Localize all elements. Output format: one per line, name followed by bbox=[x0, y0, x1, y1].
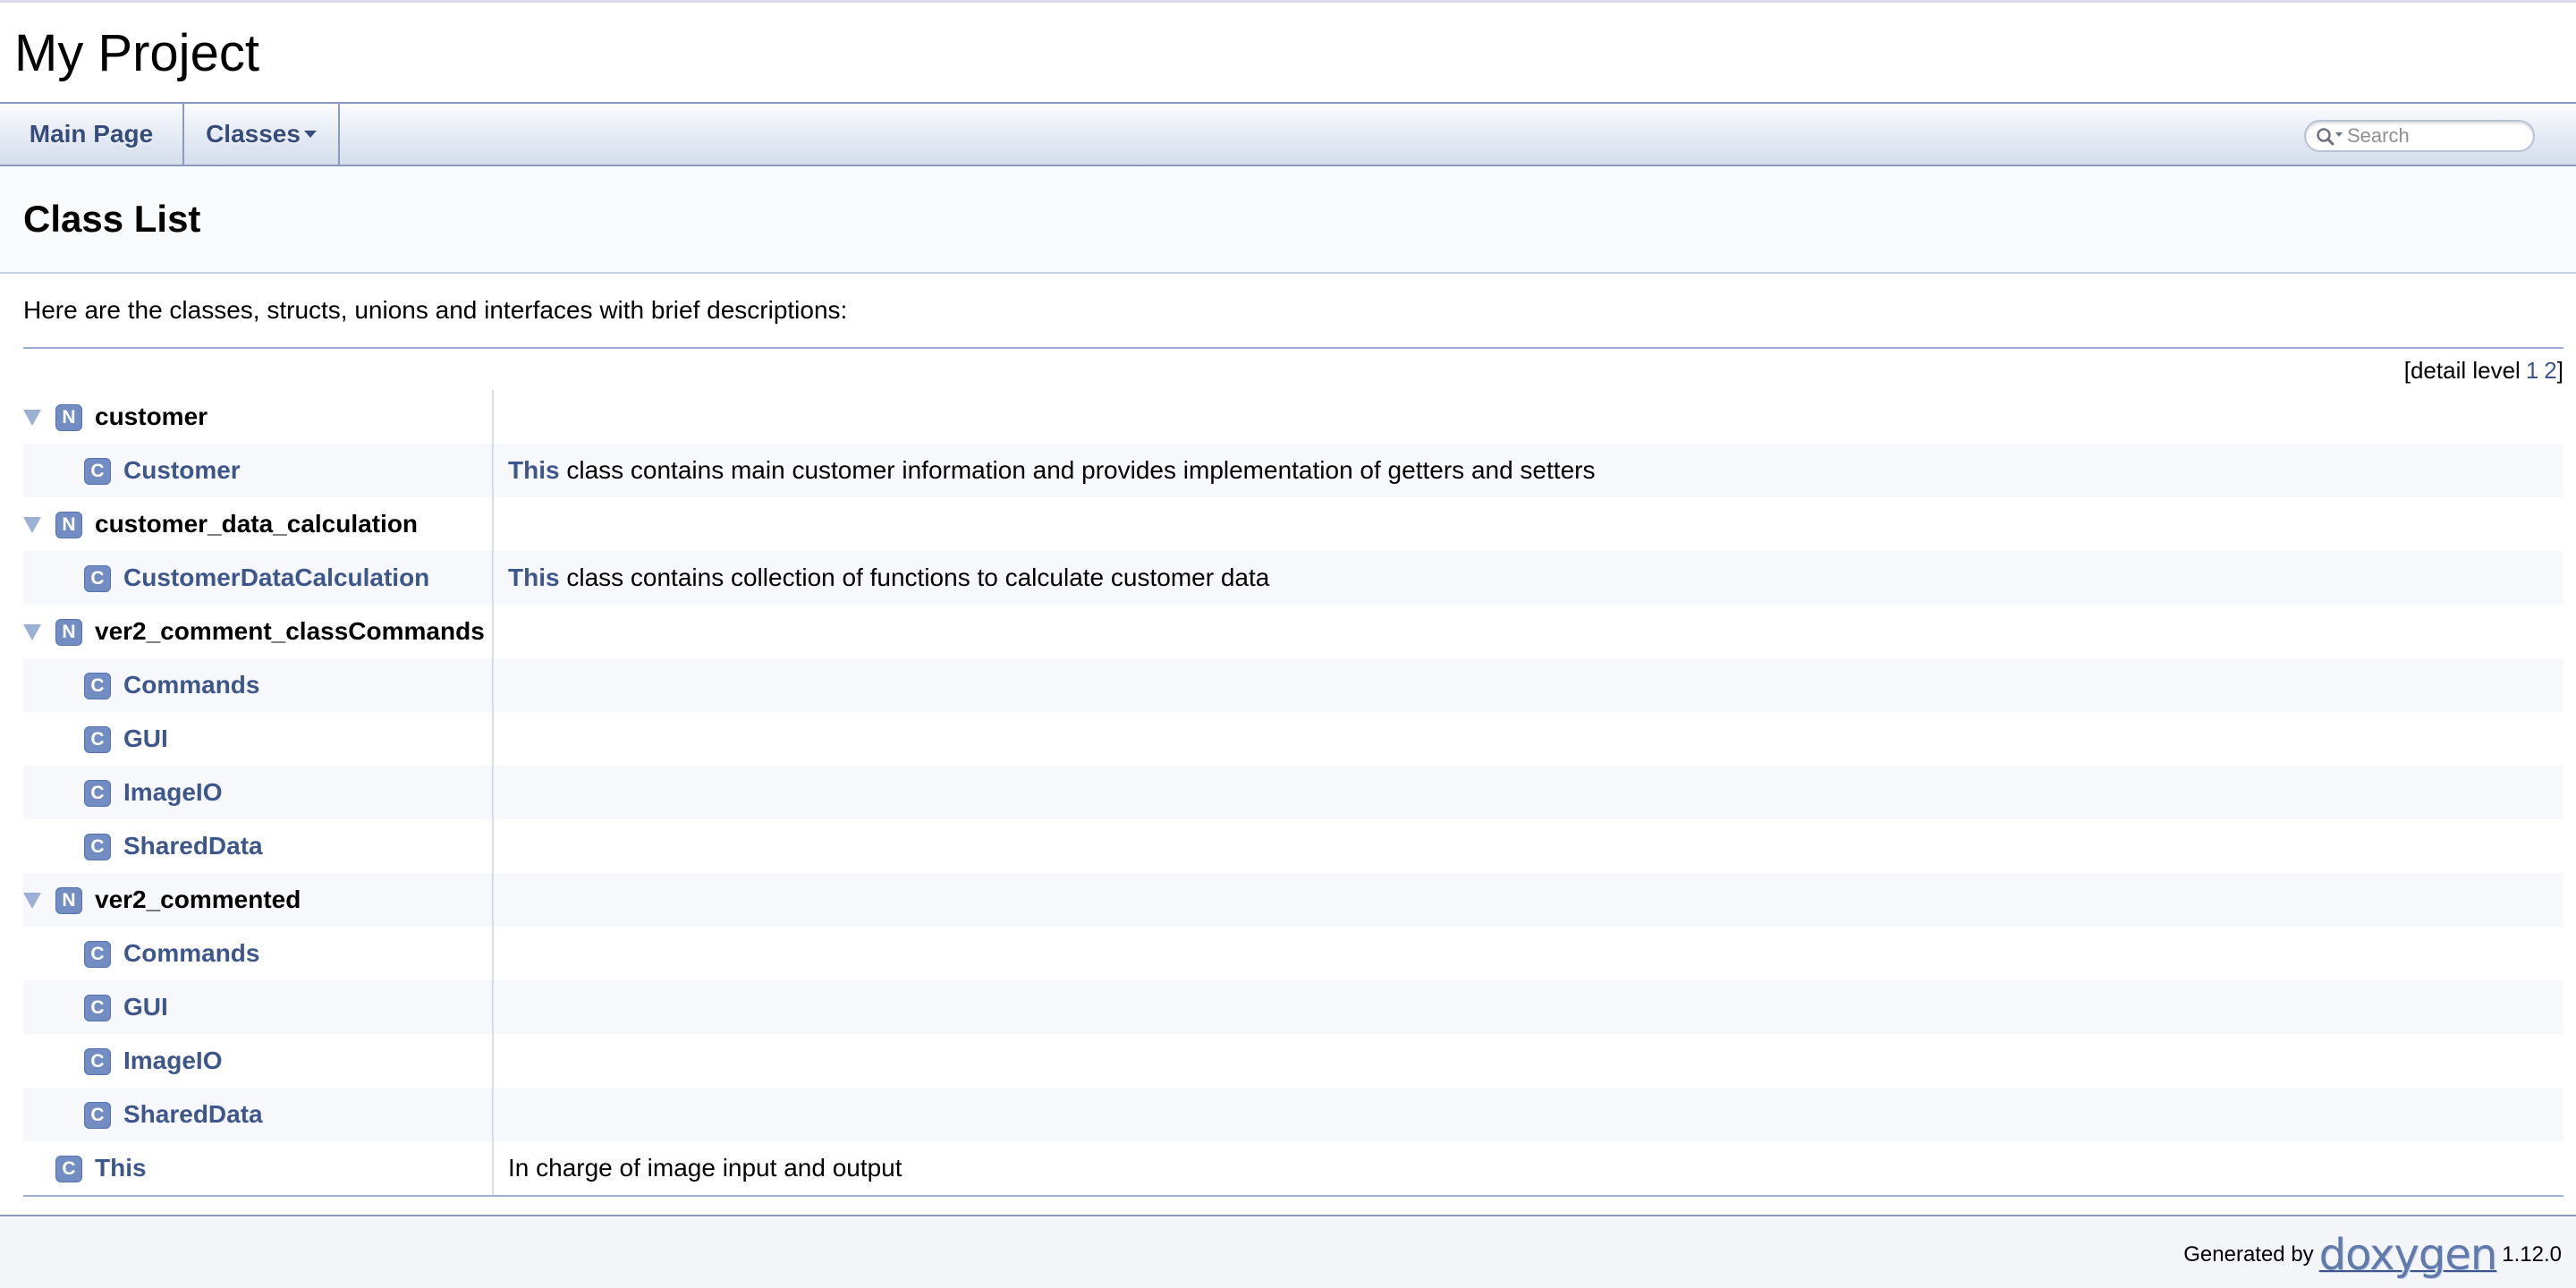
class-row: C ImageIO bbox=[23, 1034, 2563, 1088]
expand-arrow-icon[interactable] bbox=[23, 893, 41, 909]
search-icon[interactable] bbox=[2315, 125, 2345, 148]
class-link[interactable]: CustomerDataCalculation bbox=[123, 551, 429, 605]
class-badge-icon: C bbox=[84, 995, 111, 1021]
class-link[interactable]: Commands bbox=[123, 658, 259, 712]
project-name: My Project bbox=[14, 24, 259, 82]
class-row: C This In charge of image input and output bbox=[23, 1141, 2563, 1195]
doxygen-logo-link[interactable]: doxygen bbox=[2319, 1233, 2498, 1277]
namespace-row: Ncustomer bbox=[23, 390, 2563, 444]
class-badge-icon: C bbox=[84, 1048, 111, 1075]
class-badge-icon: C bbox=[84, 673, 111, 699]
namespace-badge-icon: N bbox=[55, 404, 82, 431]
class-link[interactable]: Commands bbox=[123, 927, 259, 980]
class-link[interactable]: ImageIO bbox=[123, 1034, 222, 1088]
name-cell: C Customer bbox=[23, 444, 494, 497]
footer-generated-by: Generated by bbox=[2183, 1242, 2314, 1267]
class-row: C GUI bbox=[23, 980, 2563, 1034]
name-cell: Nver2_commented bbox=[23, 873, 494, 927]
namespace-name: customer_data_calculation bbox=[95, 510, 419, 538]
expand-arrow-icon[interactable] bbox=[23, 517, 41, 533]
nav-main-page[interactable]: Main Page bbox=[0, 104, 184, 165]
name-cell: C This bbox=[23, 1141, 494, 1195]
name-cell: C CustomerDataCalculation bbox=[23, 551, 494, 605]
namespace-name: customer bbox=[95, 402, 208, 430]
class-badge-icon: C bbox=[84, 458, 111, 485]
class-row: C CustomerDataCalculation This class conta… bbox=[23, 551, 2563, 605]
namespace-name: ver2_commented bbox=[95, 886, 301, 913]
class-row: C ImageIO bbox=[23, 766, 2563, 819]
class-badge-icon: C bbox=[84, 726, 111, 753]
name-cell: C GUI bbox=[23, 980, 494, 1034]
nav-classes-label: Classes bbox=[206, 120, 301, 148]
name-cell: Ncustomer_data_calculation bbox=[23, 497, 494, 551]
description-text: In charge of image input and output bbox=[508, 1154, 902, 1182]
class-badge-icon: C bbox=[84, 834, 111, 860]
namespace-name: ver2_comment_classCommands bbox=[95, 617, 485, 645]
name-cell: Ncustomer bbox=[23, 390, 494, 444]
footer: Generated by doxygen 1.12.0 bbox=[0, 1215, 2576, 1288]
name-cell: C Commands bbox=[23, 927, 494, 980]
namespace-badge-icon: N bbox=[55, 887, 82, 914]
description-link[interactable]: This bbox=[508, 456, 560, 484]
description-text: class contains main customer information… bbox=[559, 456, 1596, 484]
class-row: C GUI bbox=[23, 712, 2563, 766]
intro-text: Here are the classes, structs, unions an… bbox=[23, 296, 848, 324]
description-text: class contains collection of functions t… bbox=[559, 564, 1270, 591]
expand-arrow-icon[interactable] bbox=[23, 624, 41, 640]
class-badge-icon: C bbox=[55, 1156, 82, 1182]
expand-arrow-icon[interactable] bbox=[23, 410, 41, 426]
name-cell: C Commands bbox=[23, 658, 494, 712]
namespace-row: Ncustomer_data_calculation bbox=[23, 497, 2563, 551]
description-cell: In charge of image input and output bbox=[508, 1141, 902, 1195]
class-link[interactable]: SharedData bbox=[123, 1088, 263, 1141]
name-cell: C ImageIO bbox=[23, 766, 494, 819]
class-badge-icon: C bbox=[84, 1102, 111, 1129]
divider bbox=[23, 347, 2563, 349]
class-row: C Commands bbox=[23, 927, 2563, 980]
class-link[interactable]: GUI bbox=[123, 980, 168, 1034]
chevron-down-icon bbox=[303, 130, 317, 138]
nav-main-page-label: Main Page bbox=[29, 120, 154, 148]
page-header: Class List bbox=[0, 166, 2576, 274]
main-nav: Main Page Classes bbox=[0, 102, 2576, 166]
title-area: My Project bbox=[0, 0, 2576, 102]
class-link[interactable]: Customer bbox=[123, 444, 241, 497]
namespace-badge-icon: N bbox=[55, 619, 82, 646]
class-list-table: Ncustomer C Customer This class contains ma… bbox=[23, 390, 2563, 1197]
name-cell: C SharedData bbox=[23, 819, 494, 873]
footer-text: Generated by doxygen 1.12.0 bbox=[2183, 1233, 2562, 1277]
detail-level-selector: [detail level 1 2] bbox=[2404, 355, 2563, 386]
description-cell: This class contains main customer inform… bbox=[508, 444, 1595, 497]
class-badge-icon: C bbox=[84, 780, 111, 807]
page-title: Class List bbox=[23, 198, 201, 240]
name-cell: C ImageIO bbox=[23, 1034, 494, 1088]
detail-level-1-link[interactable]: 1 bbox=[2526, 357, 2538, 384]
detail-level-label: [detail level bbox=[2403, 357, 2521, 384]
class-row: C Customer This class contains main custom… bbox=[23, 444, 2563, 497]
class-row: C SharedData bbox=[23, 819, 2563, 873]
class-link[interactable]: GUI bbox=[123, 712, 168, 766]
class-link[interactable]: SharedData bbox=[123, 819, 263, 873]
search-box[interactable] bbox=[2304, 120, 2535, 152]
name-cell: Nver2_comment_classCommands bbox=[23, 605, 494, 658]
description-link[interactable]: This bbox=[508, 564, 560, 591]
detail-level-close: ] bbox=[2556, 357, 2563, 384]
class-row: C Commands bbox=[23, 658, 2563, 712]
namespace-badge-icon: N bbox=[55, 512, 82, 538]
namespace-row: Nver2_comment_classCommands bbox=[23, 605, 2563, 658]
class-badge-icon: C bbox=[84, 941, 111, 968]
class-link[interactable]: ImageIO bbox=[123, 766, 222, 819]
detail-level-2-link[interactable]: 2 bbox=[2544, 357, 2556, 384]
nav-classes-menu[interactable]: Classes bbox=[184, 104, 340, 165]
namespace-row: Nver2_commented bbox=[23, 873, 2563, 927]
class-badge-icon: C bbox=[84, 565, 111, 592]
name-cell: C GUI bbox=[23, 712, 494, 766]
footer-version: 1.12.0 bbox=[2502, 1242, 2562, 1267]
class-row: C SharedData bbox=[23, 1088, 2563, 1141]
search-input[interactable] bbox=[2347, 123, 2526, 148]
class-link[interactable]: This bbox=[95, 1141, 147, 1195]
name-cell: C SharedData bbox=[23, 1088, 494, 1141]
description-cell: This class contains collection of functi… bbox=[508, 551, 1269, 605]
